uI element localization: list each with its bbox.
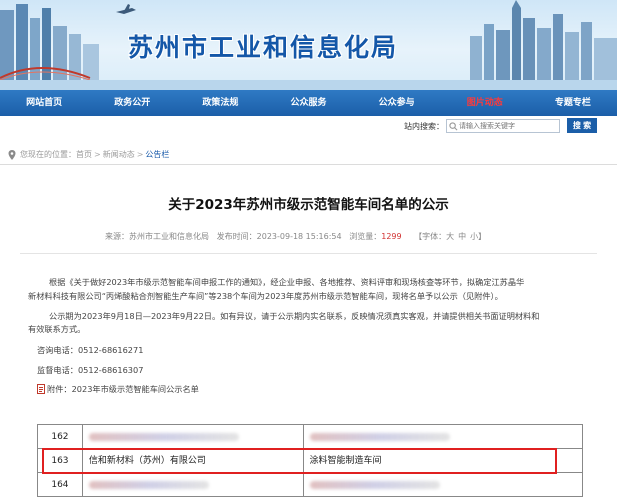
nav-item-gov-affairs[interactable]: 政务公开 [88, 90, 176, 116]
breadcrumb-separator: > [94, 150, 101, 159]
blurred-text [309, 481, 440, 489]
main-nav: 网站首页 政务公开 政策法规 公众服务 公众参与 图片动态 专题专栏 [0, 90, 617, 116]
font-size-large[interactable]: 大 [446, 232, 454, 241]
blurred-text [88, 433, 239, 441]
publish-time: 2023-09-18 15:16:54 [256, 232, 342, 241]
nav-item-home[interactable]: 网站首页 [0, 90, 88, 116]
views-label: 浏览量： [349, 232, 382, 241]
divider [20, 253, 597, 254]
location-pin-icon [8, 149, 16, 160]
nav-item-public-participation[interactable]: 公众参与 [353, 90, 441, 116]
table-row: 163 信和新材料（苏州）有限公司 涂料智能制造车间 [38, 449, 583, 473]
paragraph-1-line-2: 新材料科技有限公司“丙烯酸粘合剂智能生产车间”等238个车间为2023年度苏州市… [28, 291, 503, 301]
row-number: 163 [38, 449, 83, 473]
paragraph-2-line-1: 公示期为2023年9月18日—2023年9月22日。如有异议，请于公示期内实名联… [49, 311, 540, 321]
paragraph-1-line-1: 根据《关于做好2023年市级示范智能车间申报工作的通知》，经企业申报、各地推荐、… [49, 277, 525, 287]
font-size-close: 】 [478, 232, 487, 241]
workshop-cell: 涂料智能制造车间 [303, 449, 583, 473]
blurred-text [88, 481, 209, 489]
supervise-phone: 监督电话：0512-68616307 [37, 365, 144, 375]
article-meta: 来源：苏州市工业和信息化局 发布时间：2023-09-18 15:16:54 浏… [0, 231, 617, 242]
font-size-label: 【字体： [414, 232, 447, 241]
time-label: 发布时间： [216, 232, 257, 241]
search-bar: 站内搜索： 搜 索 [0, 116, 617, 136]
article-title: 关于2023年苏州市级示范智能车间名单的公示 [168, 197, 449, 213]
row-number: 162 [38, 425, 83, 449]
breadcrumb-home[interactable]: 首页 [76, 149, 92, 160]
site-title: 苏州市工业和信息化局 [128, 33, 399, 62]
company-cell: 信和新材料（苏州）有限公司 [82, 449, 304, 473]
font-size-small[interactable]: 小 [470, 232, 478, 241]
nav-item-policies[interactable]: 政策法规 [176, 90, 264, 116]
paragraph-2-line-2: 有效联系方式。 [28, 324, 86, 334]
company-cell [82, 473, 304, 497]
source-value: 苏州市工业和信息化局 [129, 232, 209, 241]
attachment-label[interactable]: 附件：2023年市级示范智能车间公示名单 [47, 384, 199, 394]
breadcrumb-separator: > [136, 150, 144, 159]
breadcrumb-prefix: 您现在的位置： [20, 150, 76, 159]
breadcrumb: 您现在的位置： 首页 > 新闻动态 > 公告栏 [0, 145, 617, 165]
search-button[interactable]: 搜 索 [567, 118, 597, 133]
attachment-table: 162 163 信和新材料（苏州）有限公司 涂料智能制造车间 164 [37, 424, 583, 497]
company-cell [82, 425, 304, 449]
table-row: 164 [38, 473, 583, 497]
view-count: 1299 [381, 232, 402, 241]
table-row: 162 [38, 425, 583, 449]
attachment-icon [37, 384, 45, 394]
nav-item-special-topics[interactable]: 专题专栏 [529, 90, 617, 116]
blurred-text [309, 433, 450, 441]
consult-phone: 咨询电话：0512-68616271 [37, 345, 144, 355]
search-input[interactable] [446, 119, 560, 133]
font-size-medium[interactable]: 中 [458, 232, 466, 241]
breadcrumb-bulletin[interactable]: 公告栏 [145, 149, 169, 160]
header-banner: 苏州市工业和信息化局 [0, 0, 617, 90]
row-number: 164 [38, 473, 83, 497]
search-icon [449, 122, 458, 131]
workshop-cell [303, 425, 583, 449]
search-label: 站内搜索： [404, 122, 444, 131]
nav-item-photo-news[interactable]: 图片动态 [441, 90, 529, 116]
nav-item-public-service[interactable]: 公众服务 [264, 90, 352, 116]
workshop-cell [303, 473, 583, 497]
breadcrumb-news[interactable]: 新闻动态 [103, 149, 135, 160]
attachment-link[interactable]: 附件：2023年市级示范智能车间公示名单 [37, 383, 199, 396]
source-label: 来源： [105, 232, 129, 241]
